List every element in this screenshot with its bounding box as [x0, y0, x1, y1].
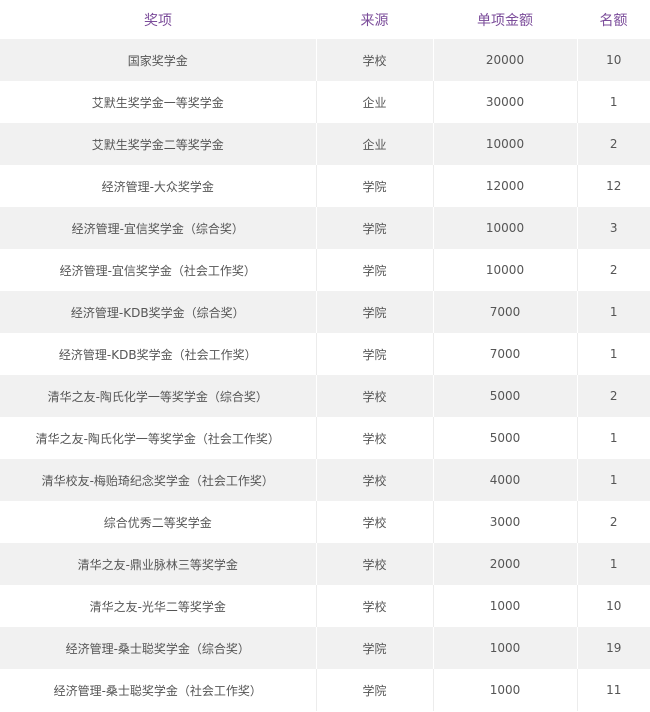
cell-quota: 1 — [577, 81, 650, 123]
cell-amount: 10000 — [433, 207, 578, 249]
table-row: 经济管理-宜信奖学金（社会工作奖） 学院 10000 2 — [0, 249, 650, 291]
cell-quota: 19 — [577, 627, 650, 669]
cell-award: 经济管理-宜信奖学金（社会工作奖） — [0, 249, 317, 291]
cell-source: 企业 — [316, 81, 434, 123]
cell-award: 艾默生奖学金二等奖学金 — [0, 123, 317, 165]
cell-amount: 30000 — [433, 81, 578, 123]
cell-award: 综合优秀二等奖学金 — [0, 501, 317, 543]
cell-source: 学院 — [316, 207, 434, 249]
cell-source: 学校 — [316, 375, 434, 417]
cell-source: 学校 — [316, 417, 434, 459]
table-row: 经济管理-宜信奖学金（综合奖） 学院 10000 3 — [0, 207, 650, 249]
header-award: 奖项 — [0, 0, 316, 39]
cell-award: 经济管理-宜信奖学金（综合奖） — [0, 207, 317, 249]
cell-source: 学校 — [316, 543, 434, 585]
cell-amount: 10000 — [433, 249, 578, 291]
cell-amount: 5000 — [433, 417, 578, 459]
cell-quota: 2 — [577, 249, 650, 291]
cell-source: 学校 — [316, 501, 434, 543]
header-source: 来源 — [316, 0, 433, 39]
cell-quota: 12 — [577, 165, 650, 207]
cell-source: 学院 — [316, 669, 434, 711]
cell-source: 学校 — [316, 585, 434, 627]
table-row: 经济管理-KDB奖学金（综合奖） 学院 7000 1 — [0, 291, 650, 333]
cell-quota: 10 — [577, 39, 650, 81]
table-row: 国家奖学金 学校 20000 10 — [0, 39, 650, 81]
scholarship-table-container: 奖项 来源 单项金额 名额 国家奖学金 学校 20000 10 艾默生奖学金一等… — [0, 0, 650, 712]
cell-award: 艾默生奖学金一等奖学金 — [0, 81, 317, 123]
cell-amount: 2000 — [433, 543, 578, 585]
table-row: 经济管理-桑士聪奖学金（综合奖） 学院 1000 19 — [0, 627, 650, 669]
cell-award: 经济管理-大众奖学金 — [0, 165, 317, 207]
cell-source: 学院 — [316, 165, 434, 207]
cell-award: 经济管理-KDB奖学金（综合奖） — [0, 291, 317, 333]
cell-amount: 5000 — [433, 375, 578, 417]
cell-source: 学院 — [316, 249, 434, 291]
table-row: 经济管理-桑士聪奖学金（社会工作奖） 学院 1000 11 — [0, 669, 650, 711]
cell-quota: 2 — [577, 123, 650, 165]
cell-amount: 12000 — [433, 165, 578, 207]
cell-amount: 10000 — [433, 123, 578, 165]
cell-award: 清华之友-鼎业脉林三等奖学金 — [0, 543, 317, 585]
table-row: 艾默生奖学金二等奖学金 企业 10000 2 — [0, 123, 650, 165]
cell-source: 学校 — [316, 459, 434, 501]
header-row: 奖项 来源 单项金额 名额 — [0, 0, 650, 39]
header-amount: 单项金额 — [433, 0, 577, 39]
cell-quota: 1 — [577, 459, 650, 501]
cell-award: 经济管理-桑士聪奖学金（社会工作奖） — [0, 669, 317, 711]
table-row: 艾默生奖学金一等奖学金 企业 30000 1 — [0, 81, 650, 123]
header-quota: 名额 — [577, 0, 650, 39]
cell-source: 学校 — [316, 39, 434, 81]
cell-quota: 1 — [577, 333, 650, 375]
cell-source: 学院 — [316, 291, 434, 333]
cell-award: 国家奖学金 — [0, 39, 317, 81]
cell-award: 清华校友-梅贻琦纪念奖学金（社会工作奖） — [0, 459, 317, 501]
table-row: 清华之友-光华二等奖学金 学校 1000 10 — [0, 585, 650, 627]
cell-source: 企业 — [316, 123, 434, 165]
cell-amount: 20000 — [433, 39, 578, 81]
cell-amount: 4000 — [433, 459, 578, 501]
cell-quota: 11 — [577, 669, 650, 711]
table-row: 经济管理-KDB奖学金（社会工作奖） 学院 7000 1 — [0, 333, 650, 375]
cell-amount: 1000 — [433, 627, 578, 669]
cell-award: 清华之友-陶氏化学一等奖学金（综合奖） — [0, 375, 317, 417]
cell-quota: 2 — [577, 501, 650, 543]
cell-amount: 1000 — [433, 585, 578, 627]
cell-quota: 2 — [577, 375, 650, 417]
cell-award: 清华之友-光华二等奖学金 — [0, 585, 317, 627]
cell-quota: 1 — [577, 291, 650, 333]
cell-quota: 10 — [577, 585, 650, 627]
cell-amount: 7000 — [433, 333, 578, 375]
table-body: 国家奖学金 学校 20000 10 艾默生奖学金一等奖学金 企业 30000 1… — [0, 39, 650, 711]
table-header: 奖项 来源 单项金额 名额 — [0, 0, 650, 39]
cell-amount: 1000 — [433, 669, 578, 711]
cell-amount: 3000 — [433, 501, 578, 543]
cell-quota: 3 — [577, 207, 650, 249]
table-row: 综合优秀二等奖学金 学校 3000 2 — [0, 501, 650, 543]
cell-award: 清华之友-陶氏化学一等奖学金（社会工作奖） — [0, 417, 317, 459]
scholarship-table: 奖项 来源 单项金额 名额 国家奖学金 学校 20000 10 艾默生奖学金一等… — [0, 0, 650, 711]
cell-award: 经济管理-KDB奖学金（社会工作奖） — [0, 333, 317, 375]
table-row: 清华之友-陶氏化学一等奖学金（社会工作奖） 学校 5000 1 — [0, 417, 650, 459]
cell-source: 学院 — [316, 627, 434, 669]
table-row: 经济管理-大众奖学金 学院 12000 12 — [0, 165, 650, 207]
table-row: 清华校友-梅贻琦纪念奖学金（社会工作奖） 学校 4000 1 — [0, 459, 650, 501]
cell-quota: 1 — [577, 417, 650, 459]
cell-award: 经济管理-桑士聪奖学金（综合奖） — [0, 627, 317, 669]
cell-amount: 7000 — [433, 291, 578, 333]
table-row: 清华之友-陶氏化学一等奖学金（综合奖） 学校 5000 2 — [0, 375, 650, 417]
table-row: 清华之友-鼎业脉林三等奖学金 学校 2000 1 — [0, 543, 650, 585]
cell-source: 学院 — [316, 333, 434, 375]
cell-quota: 1 — [577, 543, 650, 585]
